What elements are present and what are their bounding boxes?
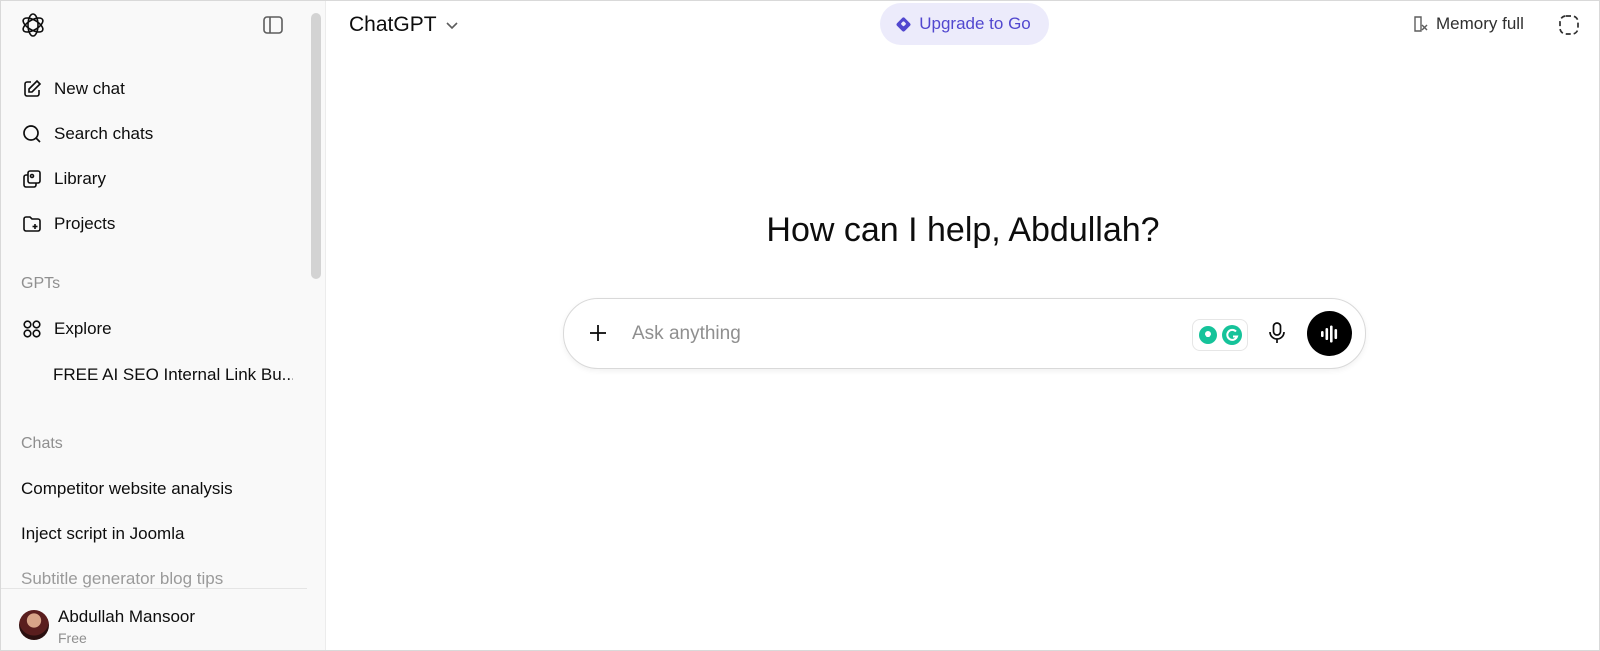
memory-label: Memory full [1436, 14, 1524, 33]
sidebar-toggle-icon[interactable] [261, 13, 285, 37]
app-window: New chat Search chats Library Projects G… [0, 0, 1600, 651]
sidebar: New chat Search chats Library Projects G… [1, 1, 326, 650]
library-icon [21, 168, 43, 190]
sidebar-scrollbar[interactable] [311, 13, 321, 279]
search-icon [21, 123, 43, 145]
avatar [19, 610, 49, 640]
model-selector[interactable]: ChatGPT [349, 11, 459, 39]
chats-section-label: Chats [21, 435, 63, 452]
chatgpt-logo-icon[interactable] [19, 11, 47, 39]
grammarly-icon [1221, 325, 1242, 345]
diamond-icon [895, 16, 912, 32]
chat-item[interactable]: Subtitle generator blog tips [21, 569, 223, 589]
sidebar-item-label: Search chats [54, 124, 154, 143]
microphone-icon[interactable] [1264, 320, 1290, 346]
user-plan: Free [58, 630, 87, 646]
composer [563, 298, 1366, 369]
explore-grid-icon [21, 318, 43, 340]
memory-full-button[interactable]: Memory full [1411, 11, 1524, 37]
extension-badges[interactable] [1192, 319, 1248, 351]
sidebar-item-library[interactable]: Library [21, 161, 301, 197]
sidebar-item-new-chat[interactable]: New chat [21, 71, 301, 107]
voice-mode-button[interactable] [1307, 311, 1352, 356]
prompt-input[interactable] [630, 319, 1154, 349]
upgrade-button[interactable]: Upgrade to Go [880, 3, 1049, 45]
greeting-heading: How can I help, Abdullah? [766, 211, 1160, 249]
chat-item[interactable]: Competitor website analysis [21, 479, 233, 499]
lightbulb-icon [1198, 326, 1217, 344]
chat-item[interactable]: Inject script in Joomla [21, 524, 184, 544]
temporary-chat-icon[interactable] [1557, 13, 1581, 37]
sidebar-item-label: Library [54, 169, 106, 188]
upgrade-label: Upgrade to Go [919, 14, 1031, 33]
new-chat-icon [21, 78, 43, 100]
user-profile-button[interactable]: Abdullah Mansoor Free [1, 588, 307, 650]
user-name: Abdullah Mansoor [58, 607, 196, 626]
model-name: ChatGPT [349, 13, 437, 36]
sidebar-item-projects[interactable]: Projects [21, 206, 301, 242]
memory-icon [1414, 16, 1428, 32]
sidebar-item-label: New chat [54, 79, 125, 98]
sidebar-item-search-chats[interactable]: Search chats [21, 116, 301, 152]
chevron-down-icon [445, 22, 458, 30]
sidebar-item-label: Explore [54, 319, 112, 338]
gpts-section-label: GPTs [21, 275, 61, 292]
plus-icon[interactable] [586, 321, 610, 345]
sidebar-item-explore[interactable]: Explore [21, 311, 301, 347]
voice-waveform-icon [1320, 325, 1337, 342]
gpt-item[interactable]: FREE AI SEO Internal Link Bu... [53, 365, 293, 385]
projects-icon [21, 213, 43, 235]
sidebar-item-label: Projects [54, 214, 116, 233]
